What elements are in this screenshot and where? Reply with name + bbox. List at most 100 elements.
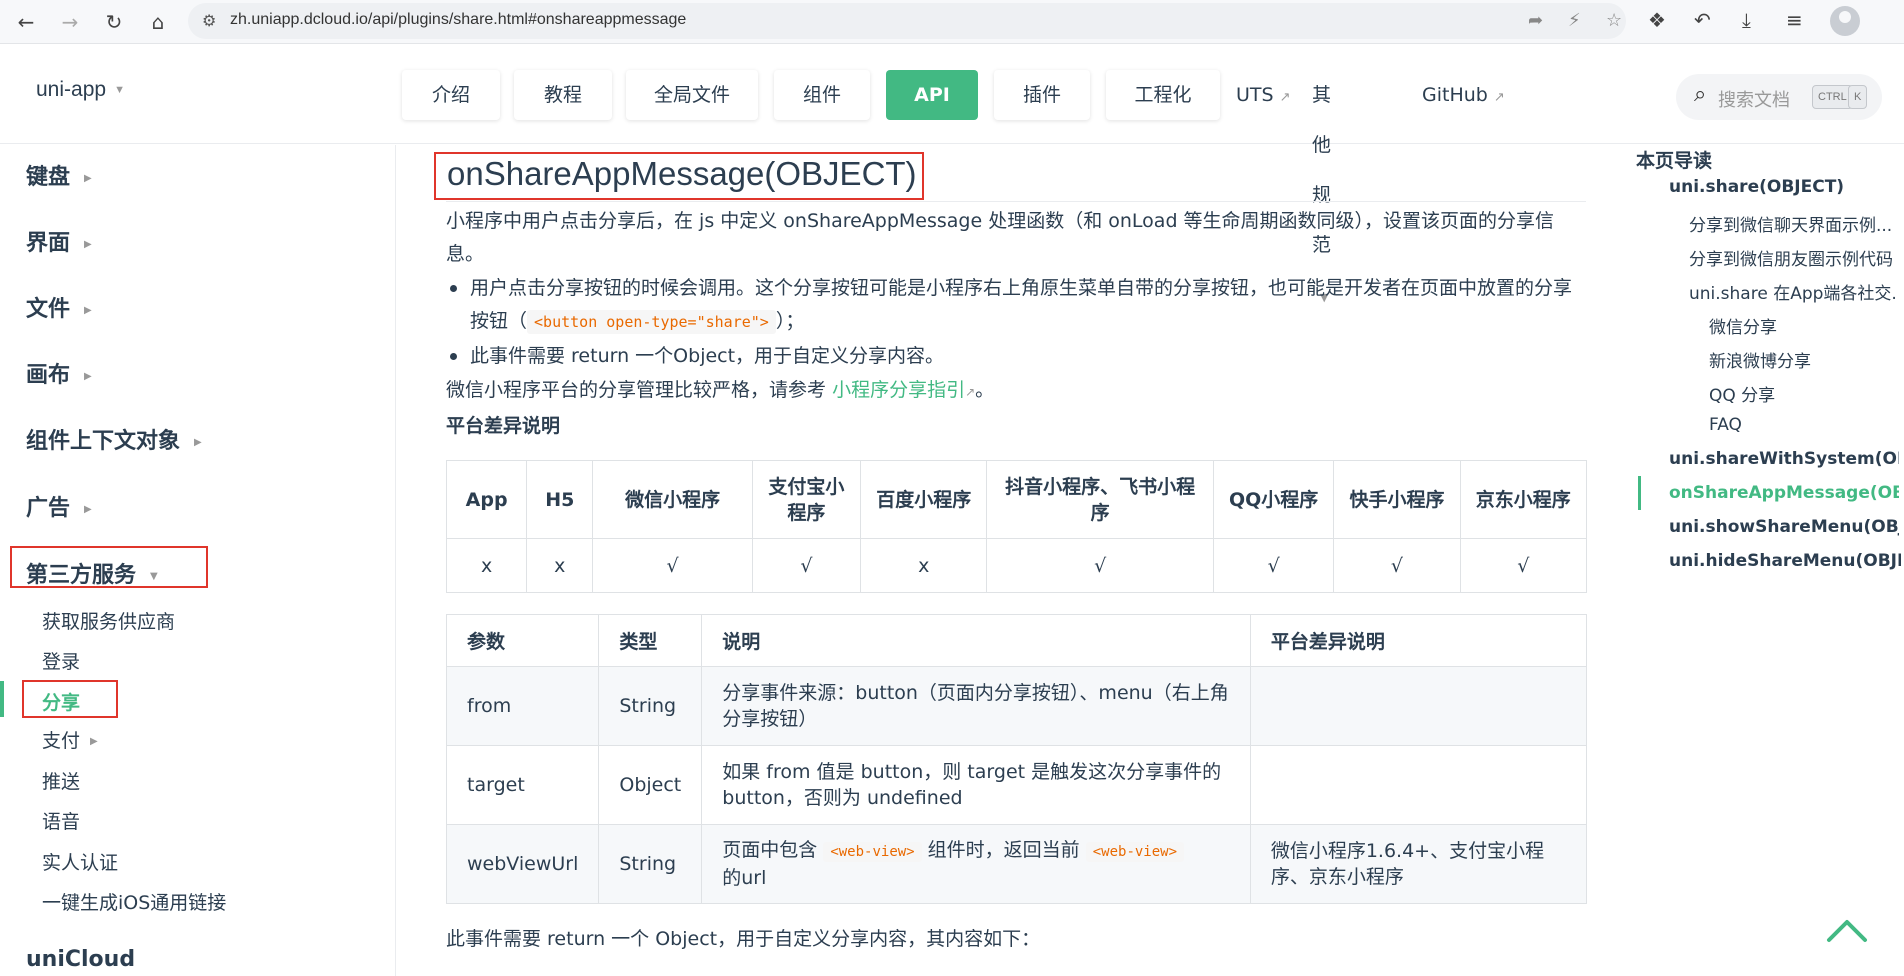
profile-avatar-icon[interactable]: [1830, 6, 1860, 36]
toc-item[interactable]: uni.shareWithSystem(OBJ...: [1669, 449, 1899, 469]
nav-tutorial[interactable]: 教程: [514, 70, 612, 120]
sidebar-group-ui[interactable]: 界面 ▶: [26, 225, 92, 257]
nav-plugins[interactable]: 插件: [994, 70, 1090, 120]
table-row: x x √ √ x √ √ √ √: [445, 538, 1588, 593]
reload-icon[interactable]: ↻: [100, 8, 128, 36]
external-link-icon: ↗: [1279, 90, 1291, 105]
forward-arrow-icon[interactable]: →: [56, 8, 84, 36]
table-cell: √: [1333, 538, 1461, 593]
cell-text: 的url: [722, 867, 767, 889]
sidebar-group-ads[interactable]: 广告 ▶: [26, 490, 92, 522]
toc-item[interactable]: QQ 分享: [1709, 381, 1895, 406]
brand-label: uni-app: [36, 78, 107, 101]
wx-note-text: 微信小程序平台的分享管理比较严格，请参考: [446, 379, 827, 401]
sidebar-item-payment[interactable]: 支付 ▶: [42, 726, 98, 753]
share-icon[interactable]: ➦: [1528, 10, 1543, 31]
sidebar-item-voice[interactable]: 语音: [42, 807, 80, 834]
browser-toolbar: ← → ↻ ⌂ ⚙ zh.uniapp.dcloud.io/api/plugin…: [0, 0, 1904, 44]
nav-api[interactable]: API: [886, 70, 978, 120]
site-settings-icon[interactable]: ⚙: [202, 11, 216, 30]
search-input[interactable]: ⌕ 搜索文档 CTRL K: [1676, 74, 1882, 120]
table-header: App: [445, 460, 528, 539]
toc-item[interactable]: uni.hideShareMenu(OBJECT): [1669, 551, 1901, 571]
download-icon[interactable]: ⤓: [1742, 8, 1751, 32]
reading-list-icon[interactable]: ≡: [1786, 8, 1803, 32]
table-cell: √: [1459, 538, 1588, 593]
title-divider: [446, 201, 1586, 202]
table-cell: √: [751, 538, 862, 593]
table-cell: 微信小程序1.6.4+、支付宝小程序、京东小程序: [1249, 824, 1588, 904]
toc-item[interactable]: uni.share 在App端各社交...: [1689, 279, 1895, 304]
bullet-text: ）；: [775, 310, 805, 332]
table-row: webViewUrl String 页面中包含 <web-view> 组件时，返…: [445, 824, 1588, 904]
sidebar-group-keyboard[interactable]: 键盘 ▶: [26, 159, 92, 191]
sidebar-group-label: 键盘: [26, 165, 71, 190]
address-bar[interactable]: ⚙ zh.uniapp.dcloud.io/api/plugins/share.…: [188, 3, 1626, 39]
inline-code: <web-view>: [1085, 842, 1185, 862]
back-arrow-icon[interactable]: ←: [12, 8, 40, 36]
toc-item[interactable]: FAQ: [1709, 415, 1895, 435]
table-header-row: App H5 微信小程序 支付宝小程序 百度小程序 抖音小程序、飞书小程序 QQ…: [445, 460, 1588, 539]
sidebar-item-label: 支付: [42, 730, 81, 752]
brand-dropdown[interactable]: uni-app ▼: [36, 78, 125, 102]
nav-components[interactable]: 组件: [774, 70, 870, 120]
sidebar-group-component-context[interactable]: 组件上下文对象 ▶: [26, 423, 202, 455]
table-cell: Object: [598, 745, 703, 825]
external-link-icon: ↗: [965, 385, 976, 399]
nav-other-specs[interactable]: 其他规范▼: [1312, 70, 1331, 304]
chevron-right-icon: ▶: [84, 172, 92, 184]
sidebar-item-real-name[interactable]: 实人认证: [42, 848, 118, 875]
toc-item[interactable]: uni.share(OBJECT): [1669, 177, 1899, 197]
toc-item[interactable]: uni.showShareMenu(OBJE...: [1669, 517, 1899, 537]
external-link-icon: ↗: [1493, 90, 1505, 105]
table-header: 说明: [701, 614, 1251, 667]
chevron-right-icon: ▶: [84, 238, 92, 250]
history-icon[interactable]: ↶: [1694, 8, 1711, 32]
sidebar-group-file[interactable]: 文件 ▶: [26, 291, 92, 323]
back-to-top-icon[interactable]: [1826, 916, 1868, 944]
toc-item[interactable]: 新浪微博分享: [1709, 347, 1895, 372]
home-icon[interactable]: ⌂: [144, 8, 172, 36]
toc-active-indicator: [1638, 476, 1641, 510]
nav-github[interactable]: GitHub ↗: [1422, 70, 1505, 120]
sidebar-item-login[interactable]: 登录: [42, 647, 80, 674]
inline-code: <button open-type="share">: [527, 310, 776, 334]
table-cell: x: [445, 538, 528, 593]
table-cell: String: [598, 824, 703, 904]
table-header: 抖音小程序、飞书小程序: [986, 460, 1214, 539]
url-text: zh.uniapp.dcloud.io/api/plugins/share.ht…: [230, 11, 687, 28]
nav-engineering[interactable]: 工程化: [1106, 70, 1220, 120]
intro-paragraph: 小程序中用户点击分享后，在 js 中定义 onShareAppMessage 处…: [446, 210, 1555, 265]
nav-github-label: GitHub: [1422, 84, 1488, 106]
nav-intro[interactable]: 介绍: [402, 70, 500, 120]
nav-global-files[interactable]: 全局文件: [626, 70, 758, 120]
table-cell: x: [860, 538, 988, 593]
table-cell: [1249, 666, 1588, 746]
toc-item-active[interactable]: onShareAppMessage(OBJ...: [1669, 483, 1899, 503]
table-cell: 页面中包含 <web-view> 组件时，返回当前 <web-view> 的url: [701, 824, 1251, 904]
table-header: H5: [526, 460, 594, 539]
share-guide-link[interactable]: 小程序分享指引↗: [832, 379, 975, 401]
sidebar-group-canvas[interactable]: 画布 ▶: [26, 357, 92, 389]
nav-uts[interactable]: UTS ↗: [1236, 70, 1290, 120]
chevron-down-icon: ▼: [114, 84, 125, 97]
table-cell: √: [1212, 538, 1335, 593]
table-cell: from: [445, 666, 600, 746]
table-header: 支付宝小程序: [751, 460, 862, 539]
toc-item[interactable]: 分享到微信朋友圈示例代码: [1689, 245, 1895, 270]
bolt-icon[interactable]: ⚡: [1568, 10, 1581, 31]
table-header: QQ小程序: [1212, 460, 1335, 539]
toc-item[interactable]: 微信分享: [1709, 313, 1895, 338]
nav-uts-label: UTS: [1236, 84, 1274, 106]
sidebar-group-unicloud[interactable]: uniCloud: [26, 947, 135, 972]
sidebar-group-label: 界面: [26, 231, 71, 256]
toc-item[interactable]: 分享到微信聊天界面示例...: [1689, 211, 1895, 236]
table-cell: 分享事件来源：button（页面内分享按钮）、menu（右上角分享按钮）: [701, 666, 1251, 746]
sidebar-item-push[interactable]: 推送: [42, 767, 80, 794]
extensions-icon[interactable]: ❖: [1648, 8, 1666, 32]
search-placeholder: 搜索文档: [1718, 90, 1790, 111]
sidebar-item-ios-link[interactable]: 一键生成iOS通用链接: [42, 888, 226, 915]
site-header: uni-app ▼ 介绍 教程 全局文件 组件 API 插件 工程化 UTS ↗ 其…: [0, 44, 1904, 304]
sidebar-item-provider[interactable]: 获取服务供应商: [42, 607, 175, 634]
star-icon[interactable]: ☆: [1606, 10, 1622, 31]
